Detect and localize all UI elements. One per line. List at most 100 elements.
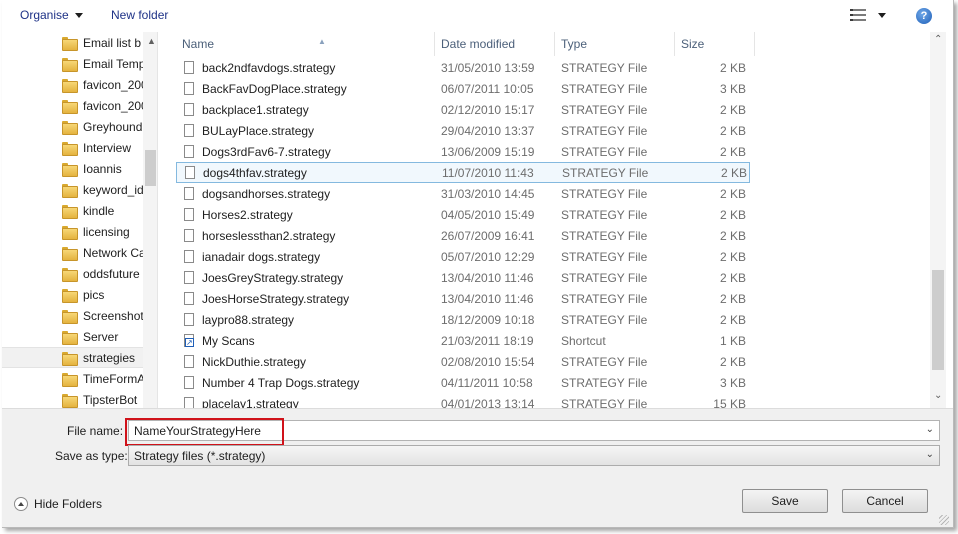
file-row[interactable]: Dogs3rdFav6-7.strategy 13/06/2009 15:19 ST… bbox=[176, 141, 750, 162]
file-size-cell: 2 KB bbox=[719, 270, 746, 285]
nav-folder-item[interactable]: favicon_200 bbox=[2, 74, 143, 95]
organise-label: Organise bbox=[20, 8, 69, 22]
nav-folder-item[interactable]: Email list b bbox=[2, 32, 143, 53]
file-icon bbox=[184, 397, 194, 408]
nav-folder-item[interactable]: Greyhound bbox=[2, 116, 143, 137]
column-date[interactable]: Date modified bbox=[435, 32, 555, 56]
column-name[interactable]: Name ▲ bbox=[176, 32, 435, 56]
nav-folder-item[interactable]: Ioannis bbox=[2, 158, 143, 179]
file-row[interactable]: BULayPlace.strategy 29/04/2010 13:37 STRAT… bbox=[176, 120, 750, 141]
nav-folder-label: Screenshot bbox=[83, 308, 143, 323]
file-date-cell: 21/03/2011 18:19 bbox=[441, 333, 534, 348]
list-scroll-thumb[interactable] bbox=[932, 270, 944, 370]
chevron-down-icon bbox=[74, 13, 83, 18]
file-icon bbox=[184, 229, 194, 242]
file-row[interactable]: ianadair dogs.strategy 05/07/2010 12:29 ST… bbox=[176, 246, 750, 267]
file-row[interactable]: Horses2.strategy 04/05/2010 15:49 STRATEGY… bbox=[176, 204, 750, 225]
nav-folder-item[interactable]: Email Temp bbox=[2, 53, 143, 74]
nav-scroll-thumb[interactable] bbox=[145, 150, 156, 186]
file-row[interactable]: placelay1.strategy 04/01/2013 13:14 STRATE… bbox=[176, 393, 750, 408]
file-type-cell: STRATEGY File bbox=[561, 396, 648, 409]
folder-icon bbox=[62, 330, 78, 345]
nav-folder-item[interactable]: keyword_id bbox=[2, 179, 143, 200]
file-row[interactable]: back2ndfavdogs.strategy 31/05/2010 13:59 S… bbox=[176, 57, 750, 78]
file-type-cell: STRATEGY File bbox=[561, 102, 648, 117]
folder-icon bbox=[62, 120, 78, 135]
folder-icon bbox=[62, 288, 78, 303]
file-type-cell: STRATEGY File bbox=[561, 81, 648, 96]
file-icon bbox=[185, 166, 195, 179]
file-type-cell: STRATEGY File bbox=[561, 291, 648, 306]
nav-folder-item[interactable]: TimeFormA bbox=[2, 368, 143, 389]
file-row[interactable]: Number 4 Trap Dogs.strategy 04/11/2011 10… bbox=[176, 372, 750, 393]
chevron-down-icon[interactable]: ⌄ bbox=[926, 449, 934, 460]
file-row[interactable]: JoesHorseStrategy.strategy 13/04/2010 11:… bbox=[176, 288, 750, 309]
column-size[interactable]: Size bbox=[675, 32, 755, 56]
nav-folder-item[interactable]: kindle bbox=[2, 200, 143, 221]
file-icon bbox=[184, 271, 194, 284]
save-button[interactable]: Save bbox=[742, 489, 828, 513]
file-row[interactable]: BackFavDogPlace.strategy 06/07/2011 10:05… bbox=[176, 78, 750, 99]
file-row[interactable]: horseslessthan2.strategy 26/07/2009 16:41… bbox=[176, 225, 750, 246]
save-type-select[interactable]: Strategy files (*.strategy) ⌄ bbox=[128, 445, 940, 466]
scroll-up-icon[interactable]: ▲ bbox=[147, 36, 156, 46]
nav-folder-item[interactable]: oddsfuture bbox=[2, 263, 143, 284]
resize-grip[interactable] bbox=[939, 515, 949, 525]
file-date-cell: 13/04/2010 11:46 bbox=[441, 291, 534, 306]
nav-folder-item[interactable]: Interview bbox=[2, 137, 143, 158]
file-date-cell: 02/12/2010 15:17 bbox=[441, 102, 535, 117]
file-date-cell: 04/11/2011 10:58 bbox=[441, 375, 533, 390]
file-date-cell: 31/03/2010 14:45 bbox=[441, 186, 535, 201]
chevron-up-icon bbox=[14, 497, 28, 511]
file-size-cell: 2 KB bbox=[719, 228, 746, 243]
file-name-cell: laypro88.strategy bbox=[202, 312, 295, 327]
nav-folder-item[interactable]: strategies bbox=[2, 347, 143, 368]
folder-icon bbox=[62, 393, 78, 408]
nav-folder-label: TimeFormA bbox=[83, 371, 143, 386]
chevron-down-icon[interactable]: ⌄ bbox=[926, 424, 934, 435]
file-icon bbox=[184, 82, 194, 95]
organise-button[interactable]: Organise bbox=[20, 8, 83, 22]
file-type-cell: STRATEGY File bbox=[561, 375, 648, 390]
nav-folder-label: oddsfuture bbox=[83, 266, 140, 281]
file-row[interactable]: backplace1.strategy 02/12/2010 15:17 STRAT… bbox=[176, 99, 750, 120]
nav-folder-label: strategies bbox=[83, 350, 136, 365]
file-name-cell: JoesGreyStrategy.strategy bbox=[202, 270, 344, 285]
chevron-down-icon[interactable] bbox=[878, 13, 886, 18]
toolbar: Organise New folder ? bbox=[2, 0, 953, 32]
scroll-up-icon[interactable]: ⌃ bbox=[934, 34, 942, 45]
nav-folder-item[interactable]: pics bbox=[2, 284, 143, 305]
file-size-cell: 2 KB bbox=[719, 249, 746, 264]
nav-folder-item[interactable]: favicon_200 bbox=[2, 95, 143, 116]
scroll-down-icon[interactable]: ⌄ bbox=[934, 390, 942, 401]
file-row[interactable]: NickDuthie.strategy 02/08/2010 15:54 STRAT… bbox=[176, 351, 750, 372]
file-icon bbox=[184, 313, 194, 326]
nav-folder-label: Interview bbox=[83, 140, 132, 155]
folder-icon bbox=[62, 78, 78, 93]
new-folder-label: New folder bbox=[111, 8, 169, 22]
file-date-cell: 29/04/2010 13:37 bbox=[441, 123, 535, 138]
file-row[interactable]: dogs4thfav.strategy 11/07/2010 11:43 STRAT… bbox=[176, 162, 750, 183]
nav-folder-item[interactable]: Screenshot bbox=[2, 305, 143, 326]
new-folder-button[interactable]: New folder bbox=[111, 8, 168, 22]
nav-folder-item[interactable]: licensing bbox=[2, 221, 143, 242]
help-icon[interactable]: ? bbox=[916, 8, 932, 24]
file-date-cell: 11/07/2010 11:43 bbox=[442, 165, 534, 180]
change-view-button[interactable] bbox=[850, 9, 886, 21]
column-type[interactable]: Type bbox=[555, 32, 675, 56]
nav-folder-item[interactable]: Network Ca bbox=[2, 242, 143, 263]
column-header: Name ▲ Date modified Type Size bbox=[160, 32, 756, 56]
file-row[interactable]: JoesGreyStrategy.strategy 13/04/2010 11:4… bbox=[176, 267, 750, 288]
nav-folder-item[interactable]: Server bbox=[2, 326, 143, 347]
file-row[interactable]: My Scans 21/03/2011 18:19 Shortcut 1 KB bbox=[176, 330, 750, 351]
file-row[interactable]: laypro88.strategy 18/12/2009 10:18 STRATEG… bbox=[176, 309, 750, 330]
nav-scrollbar[interactable]: ▲ bbox=[143, 32, 157, 408]
file-name-cell: NickDuthie.strategy bbox=[202, 354, 307, 369]
file-size-cell: 2 KB bbox=[719, 207, 746, 222]
nav-folder-item[interactable]: TipsterBot bbox=[2, 389, 143, 408]
file-row[interactable]: dogsandhorses.strategy 31/03/2010 14:45 ST… bbox=[176, 183, 750, 204]
folder-icon bbox=[62, 246, 78, 261]
list-scrollbar[interactable]: ⌃ ⌄ bbox=[930, 32, 946, 408]
cancel-button[interactable]: Cancel bbox=[842, 489, 928, 513]
hide-folders-button[interactable]: Hide Folders bbox=[14, 497, 102, 511]
